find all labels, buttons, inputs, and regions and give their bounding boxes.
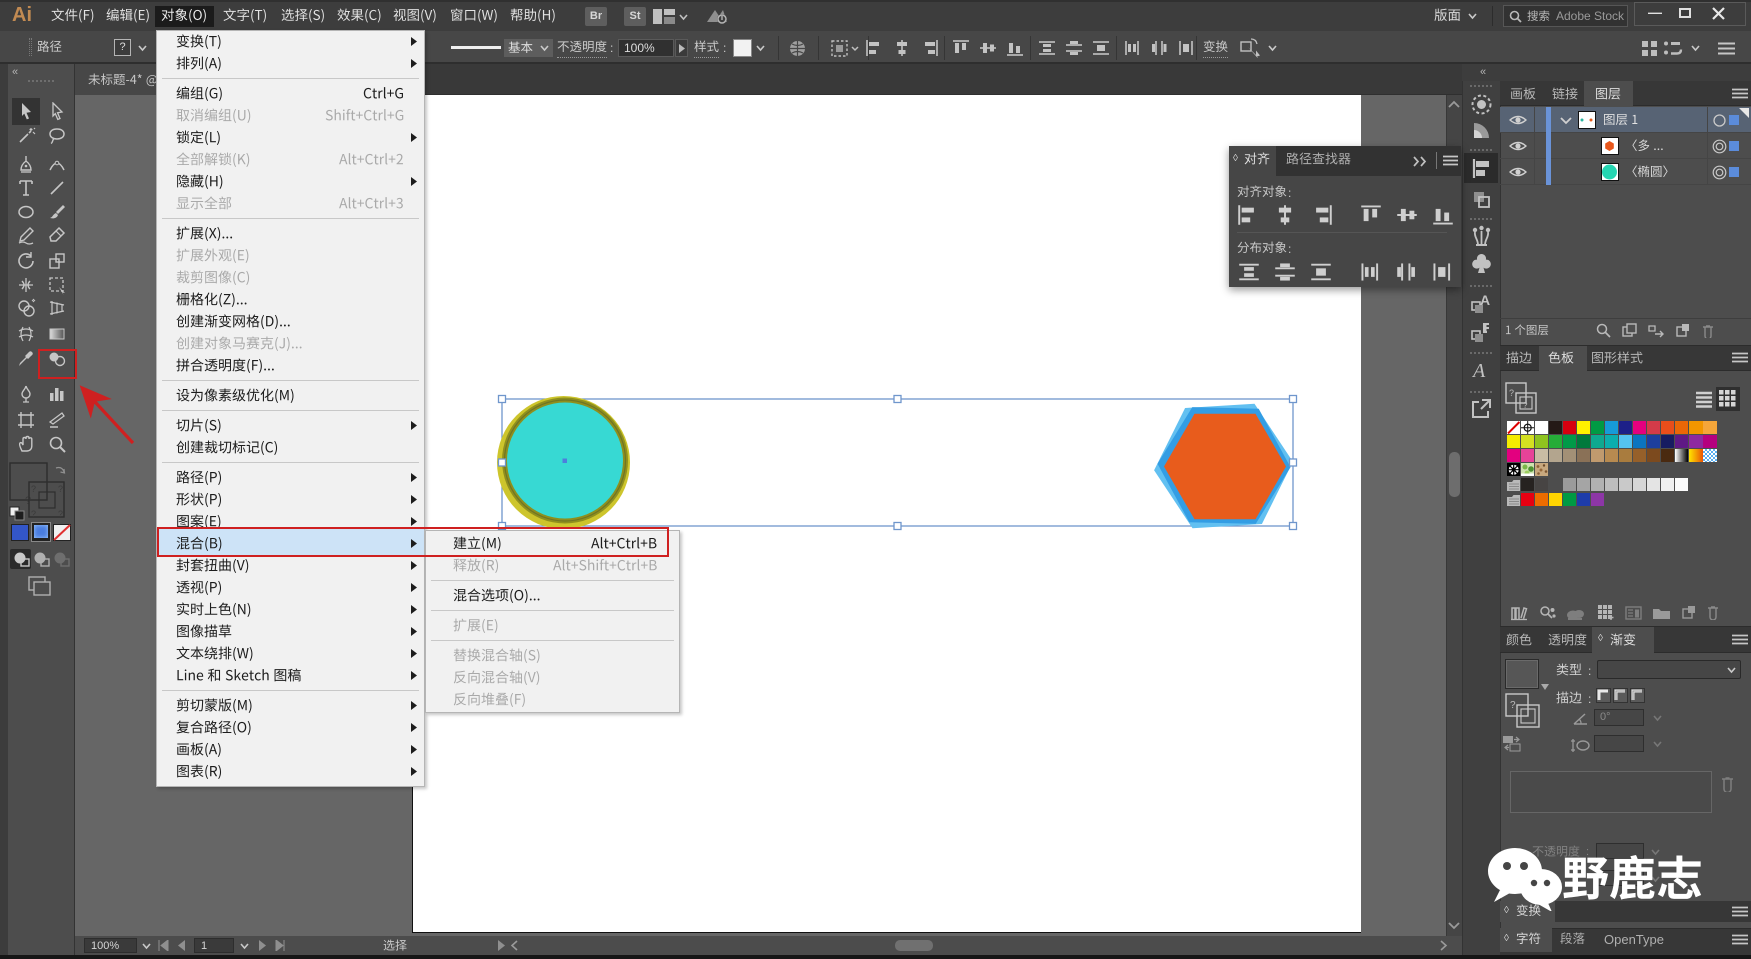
svg-text:A: A [1480, 292, 1490, 308]
svg-text:?: ? [58, 484, 63, 494]
svg-text:?: ? [25, 495, 31, 507]
svg-text:?: ? [31, 509, 36, 519]
svg-text:?: ? [1509, 388, 1514, 398]
svg-text:?: ? [1510, 700, 1516, 711]
svg-text:?: ? [31, 484, 36, 494]
svg-text:?: ? [58, 509, 63, 519]
svg-text:?: ? [1523, 401, 1528, 410]
svg-text:A: A [1471, 360, 1486, 381]
